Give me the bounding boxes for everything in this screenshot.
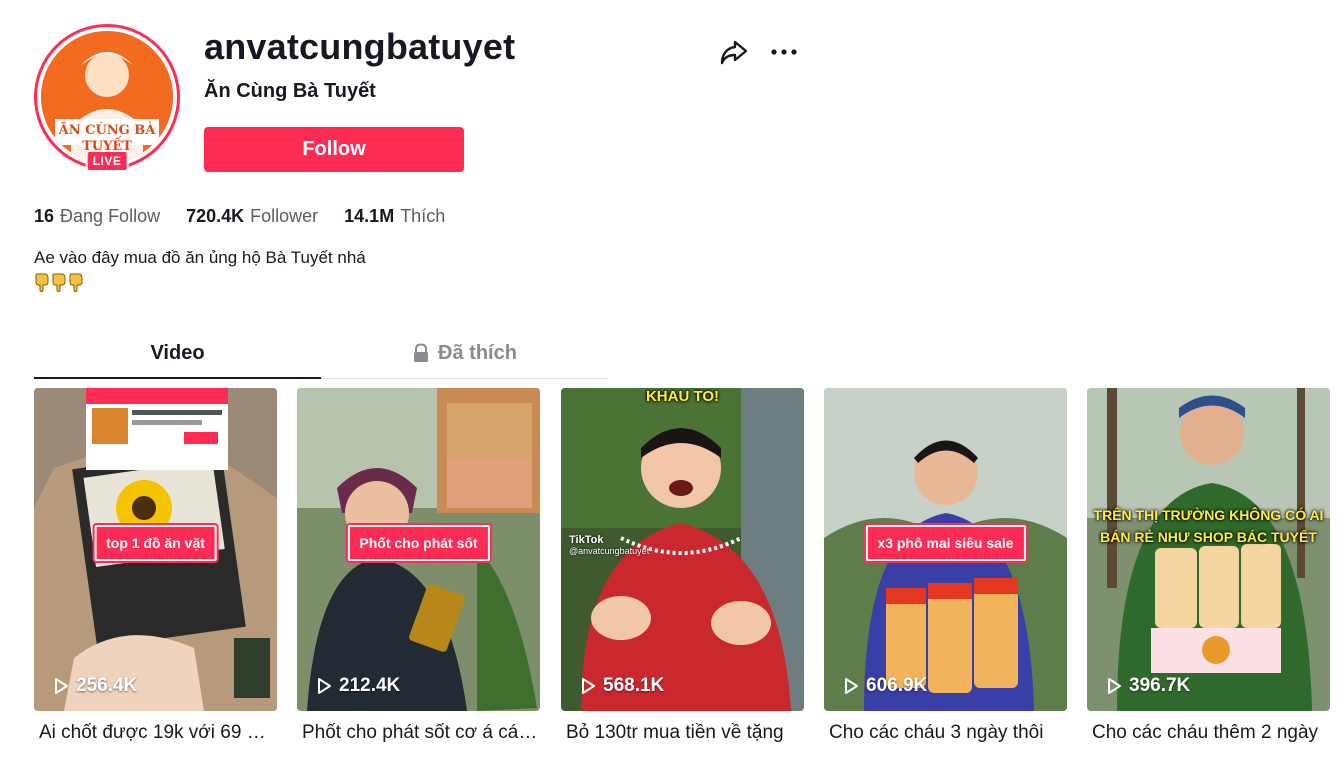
play-icon xyxy=(318,678,331,694)
point-down-icon xyxy=(52,273,66,292)
tab-video[interactable]: Video xyxy=(34,330,321,376)
view-count-value: 212.4K xyxy=(339,675,401,696)
follow-button[interactable]: Follow xyxy=(204,127,464,172)
following-count: 16 xyxy=(34,206,55,226)
bio: Ae vào đây mua đồ ăn ủng hộ Bà Tuyết nhá xyxy=(34,246,634,292)
view-count: 396.7K xyxy=(1105,675,1190,697)
tab-liked[interactable]: Đã thích xyxy=(321,330,608,376)
following-stat[interactable]: 16 Đang Follow xyxy=(34,204,160,228)
tab-video-label: Video xyxy=(150,341,205,364)
play-icon xyxy=(582,678,595,694)
tiktok-watermark: TikTok @anvatcungbatuyet xyxy=(569,534,649,556)
tab-liked-label: Đã thích xyxy=(438,341,517,364)
video-caption[interactable]: Ai chốt được 19k với 69 hạt hướng dương xyxy=(34,721,275,745)
lock-icon xyxy=(414,343,429,362)
video-item[interactable]: KHAU TO! TikTok @anvatcungbatuyet 568.1K… xyxy=(561,388,804,745)
following-label: Đang Follow xyxy=(60,206,161,226)
video-item[interactable]: x3 phô mai siêu sale 606.9K Cho các cháu… xyxy=(824,388,1067,745)
bio-text: Ae vào đây mua đồ ăn ủng hộ Bà Tuyết nhá xyxy=(34,248,366,267)
video-overlay-text: TRÊN THỊ TRƯỜNG KHÔNG CÓ AI xyxy=(1093,507,1324,523)
play-icon xyxy=(55,678,68,694)
profile-tabs: Video Đã thích xyxy=(34,330,608,379)
view-count-value: 568.1K xyxy=(603,675,665,696)
view-count-value: 256.4K xyxy=(76,675,138,696)
profile-stats: 16 Đang Follow 720.4K Follower 14.1M Thích xyxy=(34,204,445,228)
video-thumbnail: KHAU TO! TikTok @anvatcungbatuyet 568.1K xyxy=(561,388,804,711)
video-caption[interactable]: Phốt cho phát sốt cơ á các cháu xyxy=(297,721,538,745)
tiktok-watermark-user: @anvatcungbatuyet xyxy=(569,546,650,556)
video-thumbnail: Phốt cho phát sốt 212.4K xyxy=(297,388,540,711)
more-options-icon[interactable] xyxy=(768,36,800,68)
video-item[interactable]: Phốt cho phát sốt 212.4K Phốt cho phát s… xyxy=(297,388,540,745)
tab-active-indicator xyxy=(34,377,321,379)
video-tag: top 1 đồ ăn vặt xyxy=(94,525,217,561)
view-count: 606.9K xyxy=(842,675,927,697)
avatar[interactable]: ĂN CÙNG BÀ TUYẾT LIVE xyxy=(34,24,180,172)
video-caption[interactable]: Cho các cháu 3 ngày thôi xyxy=(824,721,1065,745)
video-item[interactable]: TRÊN THỊ TRƯỜNG KHÔNG CÓ AI BÁN RẺ NHƯ S… xyxy=(1087,388,1330,745)
video-thumbnail: x3 phô mai siêu sale 606.9K xyxy=(824,388,1067,711)
likes-label: Thích xyxy=(400,206,446,226)
likes-stat: 14.1M Thích xyxy=(344,204,445,228)
likes-count: 14.1M xyxy=(344,206,395,226)
point-down-icon xyxy=(35,273,49,292)
video-tag: x3 phô mai siêu sale xyxy=(865,525,1026,561)
followers-label: Follower xyxy=(250,206,319,226)
followers-stat[interactable]: 720.4K Follower xyxy=(186,204,318,228)
username: anvatcungbatuyet xyxy=(204,26,516,67)
video-thumbnail: top 1 đồ ăn vặt 256.4K xyxy=(34,388,277,711)
view-count: 568.1K xyxy=(579,675,664,697)
view-count-value: 396.7K xyxy=(1129,675,1191,696)
tiktok-watermark-brand: TikTok xyxy=(569,534,604,546)
nickname: Ăn Cùng Bà Tuyết xyxy=(204,80,376,102)
followers-count: 720.4K xyxy=(186,206,245,226)
view-count: 212.4K xyxy=(315,675,400,697)
view-count-value: 606.9K xyxy=(866,675,928,696)
video-overlay-text: KHAU TO! xyxy=(645,388,720,405)
play-icon xyxy=(845,678,858,694)
video-tag: Phốt cho phát sốt xyxy=(347,525,490,561)
bio-emoji-row xyxy=(34,272,634,292)
video-caption[interactable]: Cho các cháu thêm 2 ngày xyxy=(1087,721,1328,745)
share-icon[interactable] xyxy=(718,36,750,68)
view-count: 256.4K xyxy=(52,675,137,697)
video-overlay-text: BÁN RẺ NHƯ SHOP BÁC TUYẾT xyxy=(1100,529,1317,545)
video-caption[interactable]: Bỏ 130tr mua tiền về tặng xyxy=(561,721,802,745)
video-item[interactable]: top 1 đồ ăn vặt 256.4K Ai chốt được 19k … xyxy=(34,388,277,745)
video-thumbnail: TRÊN THỊ TRƯỜNG KHÔNG CÓ AI BÁN RẺ NHƯ S… xyxy=(1087,388,1330,711)
live-badge: LIVE xyxy=(85,150,129,172)
point-down-icon xyxy=(69,273,83,292)
play-icon xyxy=(1108,678,1121,694)
avatar-image: ĂN CÙNG BÀ TUYẾT xyxy=(41,31,173,163)
